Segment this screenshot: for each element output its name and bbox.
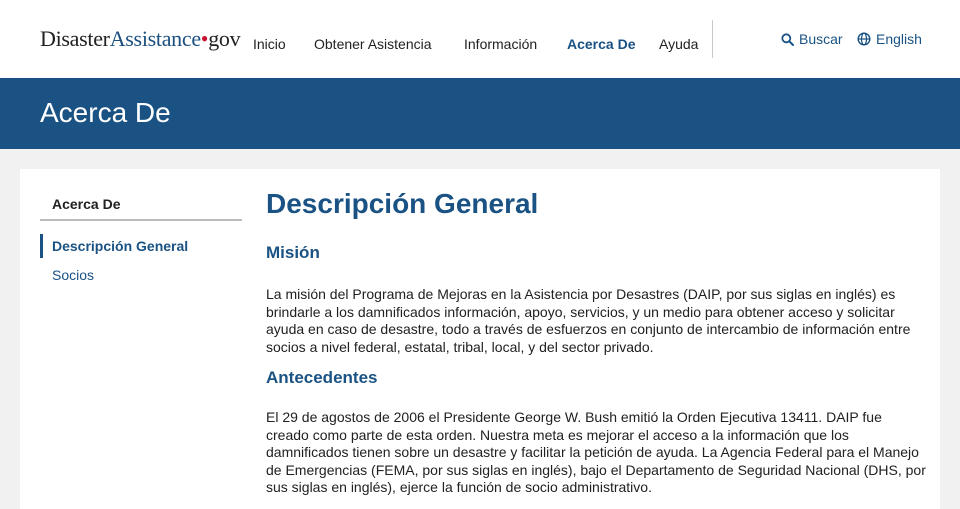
search-icon	[781, 32, 794, 46]
sidebar-item-socios[interactable]: Socios	[52, 267, 94, 283]
site-header: DisasterAssistance•gov Inicio Obtener As…	[0, 0, 960, 78]
nav-item-informacion[interactable]: Información	[464, 36, 537, 52]
logo-text-assistance: Assistance	[109, 26, 201, 51]
section-body-antecedentes: El 29 de agostos de 2006 el Presidente G…	[266, 409, 926, 495]
section-body-mision: La misión del Programa de Mejoras en la …	[266, 286, 911, 355]
search-button[interactable]: Buscar	[781, 31, 843, 47]
banner-title: Acerca De	[40, 97, 171, 128]
page-banner: Acerca De	[0, 78, 960, 149]
search-label: Buscar	[799, 31, 843, 47]
page-title: Descripción General	[266, 188, 539, 219]
nav-item-ayuda[interactable]: Ayuda	[659, 36, 698, 52]
content-panel: Acerca De Descripción General Socios Des…	[20, 169, 940, 509]
nav-item-acerca-de[interactable]: Acerca De	[567, 36, 636, 52]
logo-text-gov: gov	[208, 26, 241, 51]
site-logo[interactable]: DisasterAssistance•gov	[40, 26, 241, 52]
nav-divider	[712, 20, 713, 58]
logo-text-disaster: Disaster	[40, 26, 110, 51]
globe-icon	[857, 32, 871, 46]
language-label: English	[876, 31, 922, 47]
nav-item-inicio[interactable]: Inicio	[253, 36, 286, 52]
sidebar-heading: Acerca De	[52, 196, 121, 212]
sidebar-divider	[40, 219, 242, 221]
sidebar-item-descripcion-general[interactable]: Descripción General	[52, 238, 188, 254]
sidebar-active-indicator	[40, 234, 43, 258]
nav-item-obtener-asistencia[interactable]: Obtener Asistencia	[314, 36, 432, 52]
section-heading-antecedentes: Antecedentes	[266, 368, 378, 387]
section-heading-mision: Misión	[266, 243, 320, 262]
language-toggle[interactable]: English	[857, 31, 922, 47]
